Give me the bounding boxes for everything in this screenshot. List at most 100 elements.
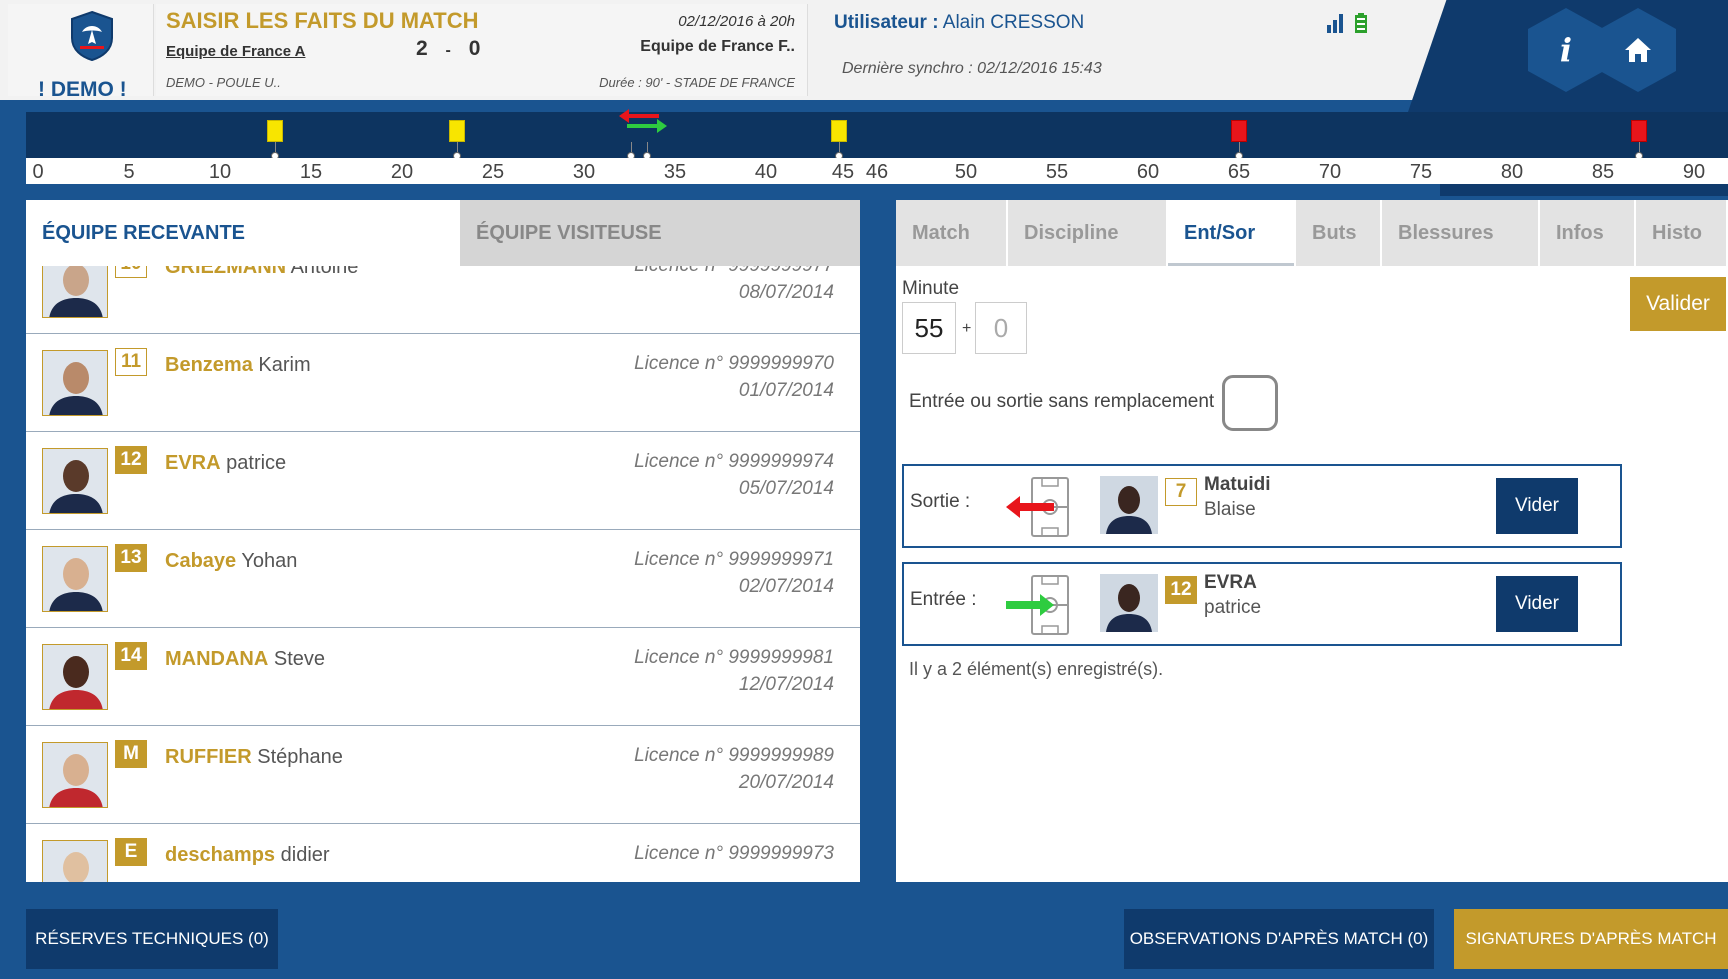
player-row[interactable]: 13 Cabaye Yohan Licence n° 9999999971 02/07…	[26, 530, 860, 628]
player-name: MANDANA Steve	[165, 648, 325, 671]
no-replacement-label: Entrée ou sortie sans remplacement	[909, 391, 1215, 412]
player-out-arrow-icon	[1006, 477, 1069, 537]
minute-label: Minute	[902, 278, 960, 299]
out-label: Sortie :	[910, 491, 971, 512]
signal-icon	[1327, 14, 1343, 33]
battery-icon	[1355, 13, 1367, 33]
page-title: SAISIR LES FAITS DU MATCH	[166, 8, 479, 33]
user-label: Utilisateur :	[834, 12, 939, 33]
tab-infos[interactable]: Infos	[1540, 200, 1636, 266]
out-player-firstname: Blaise	[1204, 499, 1256, 520]
out-player-avatar	[1100, 476, 1158, 534]
timeline-tick-35: 35	[663, 161, 687, 183]
timeline-tick-90: 90	[1682, 161, 1706, 183]
player-licence-date: 02/07/2014	[738, 576, 834, 597]
player-licence: Licence n° 9999999981	[634, 647, 834, 668]
clear-out-button[interactable]: Vider	[1496, 478, 1578, 534]
match-date: 02/12/2016 à 20h	[678, 13, 795, 30]
timeline-tick-46: 46	[865, 161, 889, 183]
player-lastname: deschamps	[165, 844, 276, 866]
player-licence-date: 12/07/2014	[738, 674, 834, 695]
tab-away-team[interactable]: ÉQUIPE VISITEUSE	[460, 200, 860, 266]
player-licence: Licence n° 9999999989	[634, 745, 834, 766]
player-row[interactable]: 12 EVRA patrice Licence n° 9999999974 05/07…	[26, 432, 860, 530]
technical-reserves-button[interactable]: RÉSERVES TECHNIQUES (0)	[26, 909, 278, 969]
player-avatar	[42, 644, 108, 710]
player-firstname: Stéphane	[257, 746, 343, 768]
player-avatar	[42, 742, 108, 808]
player-avatar	[42, 448, 108, 514]
in-player-lastname: EVRA	[1204, 572, 1257, 593]
player-row[interactable]: M RUFFIER Stéphane Licence n° 9999999989 20…	[26, 726, 860, 824]
roster-panel: ÉQUIPE RECEVANTE ÉQUIPE VISITEUSE 10 GRIE…	[26, 200, 860, 882]
timeline-tick-5: 5	[123, 161, 135, 183]
player-lastname: MANDANA	[165, 648, 269, 670]
yellow-card-icon[interactable]	[448, 120, 465, 142]
player-list[interactable]: 10 GRIEZMANN Antoine Licence n° 9999999977…	[26, 266, 860, 882]
player-lastname: EVRA	[165, 452, 221, 474]
player-licence-date: 08/07/2014	[738, 282, 834, 303]
player-firstname: Steve	[273, 648, 326, 670]
plus-sign: +	[962, 320, 972, 337]
red-card-icon[interactable]	[1231, 120, 1247, 142]
records-count: Il y a 2 élément(s) enregistré(s).	[909, 659, 1164, 679]
timeline-tick-70: 70	[1318, 161, 1342, 183]
yellow-card-icon[interactable]	[830, 120, 847, 142]
player-row[interactable]: Edeschamps didier Licence n° 9999999973	[26, 824, 860, 882]
player-name: EVRA patrice	[165, 452, 286, 475]
match-duration: Durée : 90' - STADE DE FRANCE	[599, 75, 795, 90]
in-label: Entrée :	[910, 589, 977, 610]
minute-input[interactable]: 55	[902, 302, 956, 354]
substitution-in-box: Entrée : 12 EVRA patrice Vider	[902, 562, 1622, 646]
score-separator: -	[445, 42, 452, 59]
player-licence: Licence n° 9999999974	[634, 451, 834, 472]
red-card-icon[interactable]	[1631, 120, 1648, 142]
home-team-link[interactable]: Equipe de France A	[166, 43, 305, 60]
no-replacement-checkbox[interactable]	[1222, 375, 1278, 431]
substitution-icon[interactable]	[617, 106, 669, 138]
player-licence-date: 01/07/2014	[738, 380, 834, 401]
timeline-tick-30: 30	[572, 161, 596, 183]
player-licence: Licence n° 9999999977	[634, 266, 834, 277]
player-firstname: Yohan	[241, 550, 298, 572]
player-row[interactable]: 14 MANDANA Steve Licence n° 9999999981 12/0…	[26, 628, 860, 726]
tab-buts[interactable]: Buts	[1296, 200, 1382, 266]
validate-button[interactable]: Valider	[1630, 277, 1726, 331]
player-row[interactable]: 11 Benzema Karim Licence n° 9999999970 01/0…	[26, 334, 860, 432]
player-lastname: GRIEZMANN	[165, 266, 287, 278]
match-timeline[interactable]: 0 5 10 15 20 25 30 35 40 45 46 50 55 60 65 70 75 80 85 90	[26, 109, 1728, 184]
user-info: Utilisateur : Alain CRESSON	[834, 12, 1084, 34]
tab-ent-sor[interactable]: Ent/Sor	[1168, 200, 1296, 266]
player-row[interactable]: 10 GRIEZMANN Antoine Licence n° 9999999977…	[26, 266, 860, 334]
timeline-scale: 0 5 10 15 20 25 30 35 40 45 46 50 55 60 65 70 75 80 85 90	[26, 158, 1728, 184]
player-firstname: Antoine	[290, 266, 359, 278]
score-home: 2	[416, 37, 429, 60]
player-lastname: Cabaye	[165, 550, 237, 572]
out-player-lastname: Matuidi	[1204, 474, 1271, 495]
extra-time-input[interactable]: 0	[975, 302, 1027, 354]
timeline-tick-55: 55	[1045, 161, 1069, 183]
tab-histo[interactable]: Histo	[1636, 200, 1728, 266]
player-shirt-number: 13	[115, 544, 147, 572]
timeline-stripe	[1440, 184, 1728, 196]
post-match-signatures-button[interactable]: SIGNATURES D'APRÈS MATCH	[1454, 909, 1728, 969]
tab-discipline[interactable]: Discipline	[1008, 200, 1168, 266]
timeline-tick-85: 85	[1591, 161, 1615, 183]
last-sync: Dernière synchro : 02/12/2016 15:43	[842, 60, 1102, 77]
player-shirt-number: M	[115, 740, 147, 768]
timeline-tick-80: 80	[1500, 161, 1524, 183]
in-player-avatar	[1100, 574, 1158, 632]
player-firstname: patrice	[226, 452, 287, 474]
event-panel: Match Discipline Ent/Sor Buts Blessures Infos…	[896, 200, 1728, 882]
tab-home-team[interactable]: ÉQUIPE RECEVANTE	[26, 200, 460, 266]
player-firstname: Karim	[258, 354, 311, 376]
player-name: deschamps didier	[165, 844, 330, 867]
tab-blessures[interactable]: Blessures	[1382, 200, 1540, 266]
player-lastname: Benzema	[165, 354, 253, 376]
player-avatar	[42, 266, 108, 318]
tab-match[interactable]: Match	[896, 200, 1008, 266]
clear-in-button[interactable]: Vider	[1496, 576, 1578, 632]
post-match-observations-button[interactable]: OBSERVATIONS D'APRÈS MATCH (0)	[1124, 909, 1434, 969]
yellow-card-icon[interactable]	[266, 120, 283, 142]
player-avatar	[42, 546, 108, 612]
